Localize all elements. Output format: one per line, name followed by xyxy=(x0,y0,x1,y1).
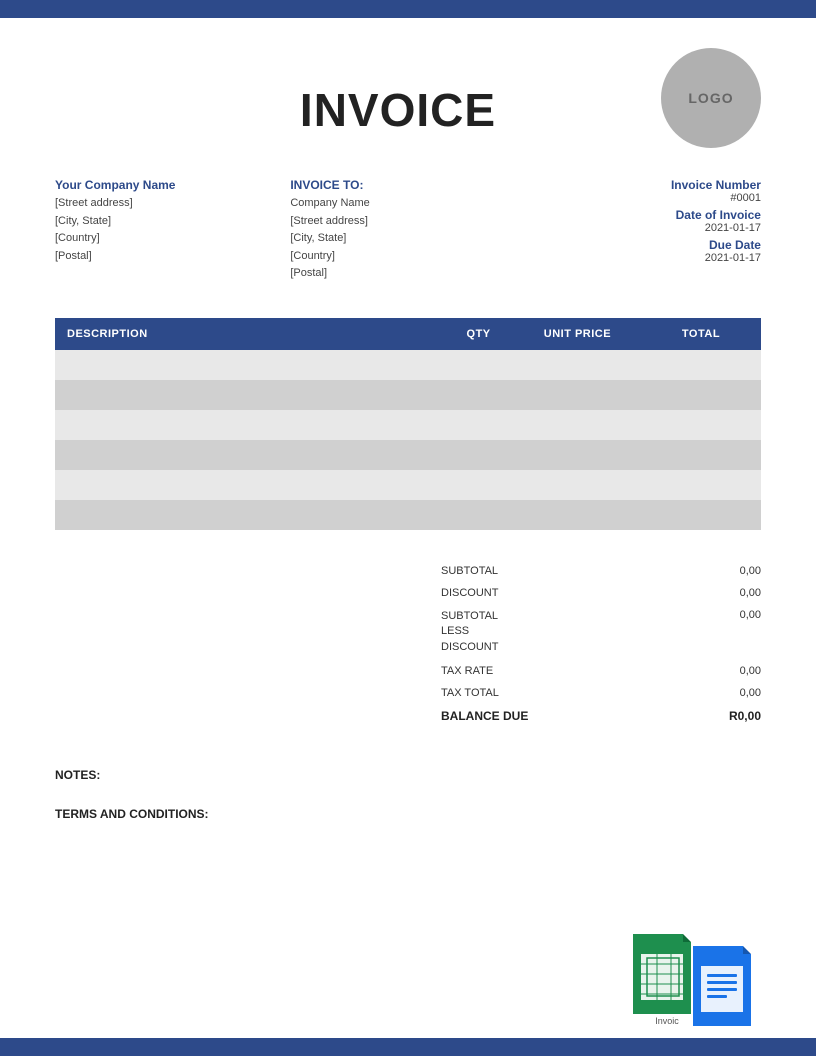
table-row xyxy=(55,500,761,530)
row3-qty xyxy=(443,410,514,440)
invoice-number: #0001 xyxy=(526,192,761,204)
docs-icon xyxy=(693,946,761,1026)
row4-price xyxy=(514,440,641,470)
totals-section: SUBTOTAL 0,00 DISCOUNT 0,00 SUBTOTALLESS… xyxy=(55,560,761,728)
logo-placeholder: LOGO xyxy=(661,48,761,148)
table-row xyxy=(55,380,761,410)
top-bar xyxy=(0,0,816,18)
to-company-name: Company Name xyxy=(290,195,525,213)
invoice-to-label: INVOICE TO: xyxy=(290,178,525,192)
from-company-name: Your Company Name xyxy=(55,178,290,192)
row4-desc xyxy=(55,440,443,470)
row2-price xyxy=(514,380,641,410)
sheets-icon xyxy=(633,934,701,1014)
row6-desc xyxy=(55,500,443,530)
to-city: [City, State] xyxy=(290,230,525,248)
row2-total xyxy=(641,380,761,410)
subtotal-label: SUBTOTAL xyxy=(441,565,498,577)
row5-price xyxy=(514,470,641,500)
subtotal-row: SUBTOTAL 0,00 xyxy=(441,560,761,582)
bottom-bar xyxy=(0,1038,816,1056)
tax-total-label: TAX TOTAL xyxy=(441,687,499,699)
from-city: [City, State] xyxy=(55,213,290,231)
to-country: [Country] xyxy=(290,248,525,266)
to-postal: [Postal] xyxy=(290,265,525,283)
header-section: INVOICE LOGO xyxy=(55,48,761,148)
table-row xyxy=(55,470,761,500)
row3-total xyxy=(641,410,761,440)
to-address: INVOICE TO: Company Name [Street address… xyxy=(290,178,525,283)
from-street: [Street address] xyxy=(55,195,290,213)
row1-desc xyxy=(55,350,443,380)
col-header-description: DESCRIPTION xyxy=(55,318,443,350)
balance-due-value: R0,00 xyxy=(729,709,761,723)
col-header-unit-price: UNIT PRICE xyxy=(514,318,641,350)
tax-rate-value: 0,00 xyxy=(740,665,761,677)
notes-section: NOTES: xyxy=(55,768,761,782)
row5-total xyxy=(641,470,761,500)
col-header-qty: QTY xyxy=(443,318,514,350)
terms-label: TERMS AND CONDITIONS: xyxy=(55,807,761,821)
row4-qty xyxy=(443,440,514,470)
col-header-total: TOTAL xyxy=(641,318,761,350)
row1-qty xyxy=(443,350,514,380)
balance-due-label: BALANCE DUE xyxy=(441,709,528,723)
row6-total xyxy=(641,500,761,530)
discount-value: 0,00 xyxy=(740,587,761,599)
subtotal-value: 0,00 xyxy=(740,565,761,577)
table-row xyxy=(55,440,761,470)
invoice-date: 2021-01-17 xyxy=(526,222,761,234)
table-header-row: DESCRIPTION QTY UNIT PRICE TOTAL xyxy=(55,318,761,350)
totals-table: SUBTOTAL 0,00 DISCOUNT 0,00 SUBTOTALLESS… xyxy=(441,560,761,728)
to-street: [Street address] xyxy=(290,213,525,231)
subtotal-less-label: SUBTOTALLESSDISCOUNT xyxy=(441,609,498,655)
row3-price xyxy=(514,410,641,440)
row6-qty xyxy=(443,500,514,530)
subtotal-less-value: 0,00 xyxy=(740,609,761,655)
row5-qty xyxy=(443,470,514,500)
invoice-date-label: Date of Invoice xyxy=(526,208,761,222)
terms-section: TERMS AND CONDITIONS: xyxy=(55,807,761,821)
address-section: Your Company Name [Street address] [City… xyxy=(55,178,761,283)
row6-price xyxy=(514,500,641,530)
docs-icon-wrapper xyxy=(693,946,761,1026)
discount-label: DISCOUNT xyxy=(441,587,498,599)
row1-total xyxy=(641,350,761,380)
from-address: Your Company Name [Street address] [City… xyxy=(55,178,290,283)
row4-total xyxy=(641,440,761,470)
row2-desc xyxy=(55,380,443,410)
invoice-due-date-label: Due Date xyxy=(526,238,761,252)
table-row xyxy=(55,350,761,380)
row2-qty xyxy=(443,380,514,410)
row3-desc xyxy=(55,410,443,440)
row1-price xyxy=(514,350,641,380)
discount-row: DISCOUNT 0,00 xyxy=(441,582,761,604)
from-postal: [Postal] xyxy=(55,248,290,266)
tax-rate-row: TAX RATE 0,00 xyxy=(441,660,761,682)
invoice-due-date: 2021-01-17 xyxy=(526,252,761,264)
tax-total-value: 0,00 xyxy=(740,687,761,699)
subtotal-less-row: SUBTOTALLESSDISCOUNT 0,00 xyxy=(441,604,761,660)
from-country: [Country] xyxy=(55,230,290,248)
balance-due-row: BALANCE DUE R0,00 xyxy=(441,704,761,728)
app-icons-area: Invoic xyxy=(633,934,761,1026)
tax-rate-label: TAX RATE xyxy=(441,665,493,677)
sheets-icon-wrapper: Invoic xyxy=(633,934,701,1026)
row5-desc xyxy=(55,470,443,500)
invoice-meta: Invoice Number #0001 Date of Invoice 202… xyxy=(526,178,761,283)
notes-label: NOTES: xyxy=(55,768,761,782)
invoice-number-label: Invoice Number xyxy=(526,178,761,192)
tax-total-row: TAX TOTAL 0,00 xyxy=(441,682,761,704)
table-row xyxy=(55,410,761,440)
sheets-label: Invoic xyxy=(655,1016,679,1026)
invoice-title: INVOICE xyxy=(220,63,496,137)
invoice-table: DESCRIPTION QTY UNIT PRICE TOTAL xyxy=(55,318,761,530)
